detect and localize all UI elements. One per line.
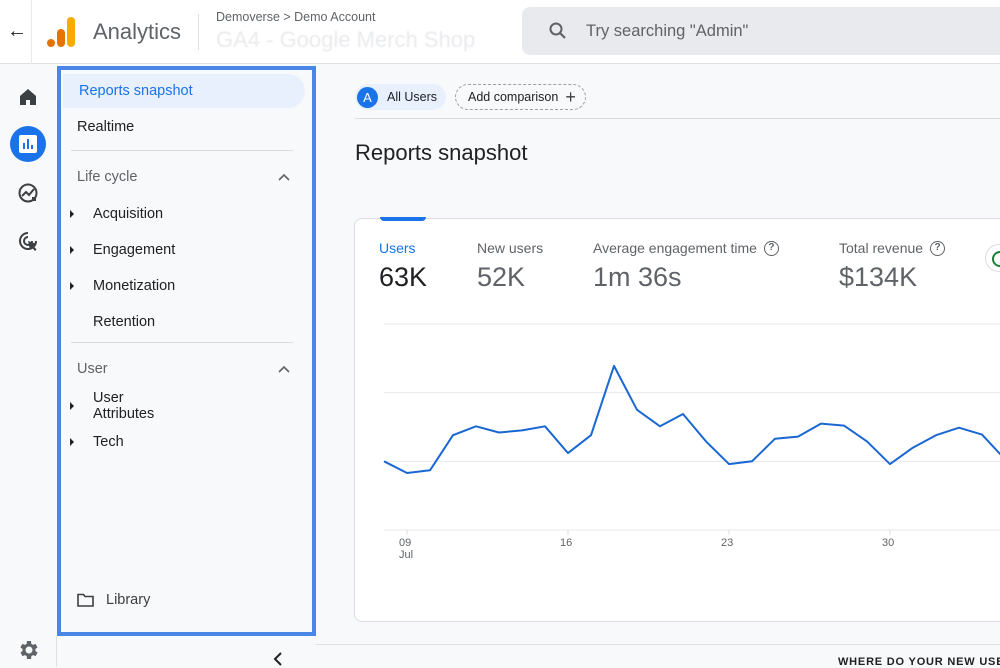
- section-user[interactable]: User: [77, 361, 108, 377]
- chevron-up-icon[interactable]: [277, 362, 291, 376]
- reports-icon[interactable]: [10, 126, 46, 162]
- top-bar: ← Analytics Demoverse > Demo Account GA4…: [0, 0, 1000, 64]
- nav-item-label: Monetization: [93, 278, 176, 294]
- explore-icon[interactable]: [10, 175, 46, 211]
- metric-tab-total-revenue[interactable]: Total revenue? $134K: [839, 240, 946, 293]
- metric-value: 63K: [379, 262, 428, 292]
- folder-icon: [77, 593, 94, 607]
- metric-tab-avg-engagement-time[interactable]: Average engagement time? 1m 36s: [593, 240, 779, 293]
- breadcrumb[interactable]: Demoverse > Demo Account: [216, 10, 375, 24]
- advertising-icon[interactable]: [10, 223, 46, 259]
- nav-item-label: Acquisition: [93, 206, 164, 222]
- add-comparison-button[interactable]: Add comparison +: [455, 84, 586, 110]
- nav-item-label: Engagement: [93, 242, 176, 258]
- section-life-cycle[interactable]: Life cycle: [77, 169, 137, 185]
- nav-item-reports-snapshot[interactable]: Reports snapshot: [63, 74, 305, 108]
- library-label: Library: [106, 592, 151, 608]
- expand-arrow-icon: [70, 246, 74, 254]
- search-icon: [549, 22, 566, 39]
- chevron-left-icon[interactable]: [270, 650, 286, 667]
- expand-arrow-icon: [70, 402, 74, 410]
- section-heading-new-users: WHERE DO YOUR NEW USE: [838, 656, 1000, 668]
- reports-nav-panel: Reports snapshot Realtime Life cycle Acq…: [57, 66, 316, 636]
- arrow-left-icon[interactable]: ←: [6, 20, 28, 42]
- metric-tab-new-users[interactable]: New users 52K: [477, 240, 543, 293]
- segment-avatar: A: [357, 86, 378, 108]
- expand-arrow-icon: [70, 282, 74, 290]
- nav-item-label: User Attributes: [93, 390, 155, 422]
- nav-item-label: Tech: [93, 434, 124, 450]
- divider: [31, 0, 32, 64]
- metric-label: Average engagement time?: [593, 240, 779, 256]
- chevron-up-icon[interactable]: [277, 170, 291, 184]
- metric-label: Total revenue?: [839, 240, 946, 256]
- expand-arrow-icon: [70, 210, 74, 218]
- search-input[interactable]: [586, 17, 986, 45]
- divider: [71, 342, 293, 343]
- app-title: Analytics: [93, 19, 182, 44]
- segment-label: All Users: [387, 90, 438, 104]
- left-rail: [0, 65, 56, 667]
- property-selector[interactable]: GA4 - Google Merch Shop: [216, 27, 475, 53]
- divider: [198, 14, 199, 50]
- divider: [56, 636, 57, 667]
- gear-icon[interactable]: [16, 638, 40, 662]
- metric-tab-users[interactable]: Users 63K: [379, 240, 427, 293]
- divider: [316, 644, 1000, 645]
- divider: [71, 150, 293, 151]
- metric-label: New users: [477, 240, 544, 256]
- metric-value: 52K: [477, 262, 526, 292]
- metric-value: 1m 36s: [593, 262, 682, 292]
- nav-item-label: Realtime: [77, 119, 135, 135]
- segment-chip-all-users[interactable]: A All Users: [355, 84, 446, 110]
- library-link[interactable]: Library: [77, 592, 150, 608]
- metric-value: $134K: [839, 262, 918, 292]
- search-bar[interactable]: [522, 7, 1000, 55]
- home-icon[interactable]: [10, 79, 46, 115]
- nav-item-label: Retention: [93, 314, 156, 330]
- analytics-logo-icon: [47, 17, 75, 47]
- metric-label: Users: [379, 240, 416, 256]
- expand-arrow-icon: [70, 438, 74, 446]
- help-icon[interactable]: ?: [763, 240, 779, 256]
- help-icon[interactable]: ?: [930, 240, 946, 256]
- active-tab-indicator: [380, 217, 426, 221]
- divider: [355, 118, 1000, 119]
- add-comparison-label: Add comparison: [468, 90, 559, 104]
- nav-item-label: Reports snapshot: [79, 83, 193, 99]
- page-title: Reports snapshot: [355, 140, 528, 165]
- plus-icon: +: [565, 87, 576, 107]
